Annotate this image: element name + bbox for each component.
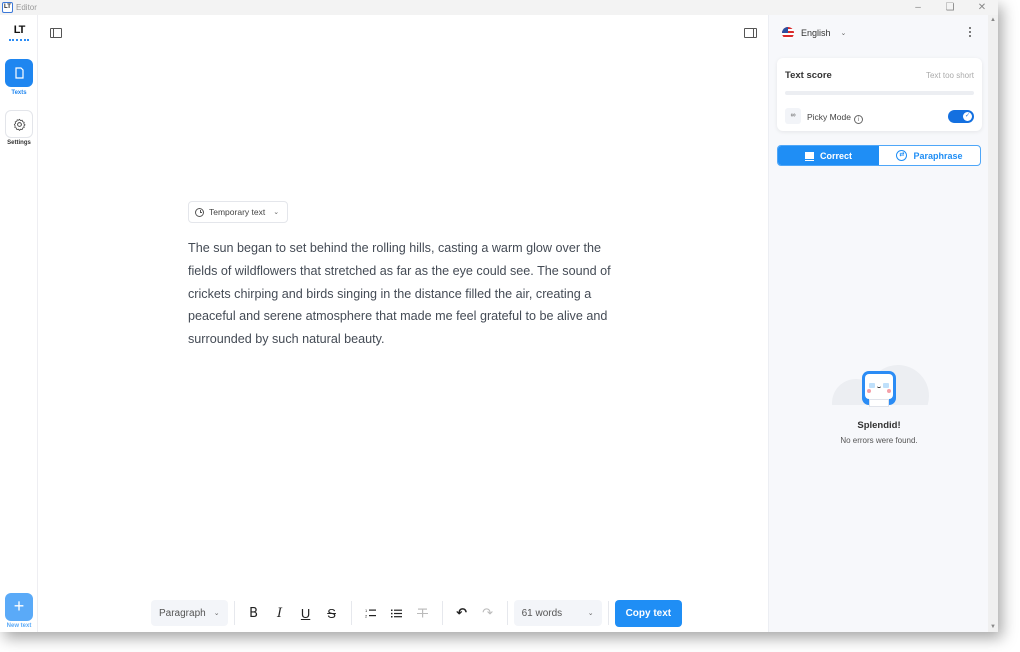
sidebar-item-texts[interactable] xyxy=(5,59,33,87)
underline-icon: U xyxy=(300,605,311,621)
window-controls: – ❏ ✕ xyxy=(912,0,988,15)
divider xyxy=(607,601,609,625)
tab-correct[interactable]: Correct xyxy=(778,146,879,165)
picky-mode-text: Picky Mode xyxy=(807,112,851,122)
chevron-down-icon: ⌄ xyxy=(587,610,594,617)
us-flag-icon xyxy=(782,27,794,39)
tab-correct-label: Correct xyxy=(819,150,852,161)
close-button[interactable]: ✕ xyxy=(976,0,988,15)
scrollbar[interactable]: ▲ ▼ xyxy=(988,15,998,632)
text-score-bar xyxy=(785,91,974,95)
text-score-card: Text score Text too short ∞ Picky Mode i … xyxy=(777,58,982,131)
language-selector[interactable]: English ⌄ xyxy=(782,27,846,39)
svg-text:1: 1 xyxy=(365,608,368,613)
paragraph-dropdown[interactable]: Paragraph ⌄ xyxy=(151,600,228,626)
mode-switcher: Correct ⇄ Paraphrase xyxy=(777,145,981,166)
glasses-icon: ∞ xyxy=(785,108,801,124)
copy-text-button[interactable]: Copy text xyxy=(614,599,683,627)
italic-button[interactable]: I xyxy=(267,600,293,626)
divider xyxy=(441,601,443,625)
app-logo-icon: LT xyxy=(2,2,13,13)
clock-icon xyxy=(195,207,204,217)
sidebar-label-settings: Settings xyxy=(7,140,31,146)
chevron-down-icon: ⌄ xyxy=(213,610,220,617)
toggle-sidebar-icon[interactable] xyxy=(50,28,62,38)
svg-text:2: 2 xyxy=(365,614,368,619)
strikethrough-button[interactable]: S xyxy=(319,600,345,626)
editor-area: Temporary text ⌄ The sun began to set be… xyxy=(39,15,767,632)
underline-button[interactable]: U xyxy=(293,600,319,626)
paragraph-label: Paragraph xyxy=(159,607,206,619)
app-window: LT Editor – ❏ ✕ LT Texts Settings + New … xyxy=(0,0,998,632)
redo-icon: ↷ xyxy=(482,605,494,620)
gear-icon xyxy=(13,118,26,131)
bullet-list-button[interactable] xyxy=(384,600,410,626)
empty-state-subtitle: No errors were found. xyxy=(840,436,918,445)
text-editor[interactable]: The sun began to set behind the rolling … xyxy=(188,237,618,351)
tab-paraphrase-label: Paraphrase xyxy=(913,150,963,161)
bold-icon: B xyxy=(249,605,259,621)
paraphrase-icon: ⇄ xyxy=(896,150,908,161)
picky-mode-toggle[interactable]: ✓ xyxy=(948,110,974,123)
word-count-dropdown[interactable]: 61 words ⌄ xyxy=(513,600,602,626)
maximize-button[interactable]: ❏ xyxy=(944,0,956,15)
bullet-list-icon xyxy=(391,609,403,617)
picky-mode-label: Picky Mode i xyxy=(807,112,863,124)
ordered-list-icon: 1 2 xyxy=(365,608,377,619)
logo-wave-icon xyxy=(9,37,29,41)
temporary-text-dropdown[interactable]: Temporary text ⌄ xyxy=(188,201,289,223)
new-text-button[interactable]: + xyxy=(5,593,33,621)
italic-icon: I xyxy=(277,605,283,621)
title-bar: LT Editor – ❏ ✕ xyxy=(0,0,998,15)
info-icon[interactable]: i xyxy=(853,115,863,124)
undo-icon: ↶ xyxy=(456,605,468,620)
mascot-icon xyxy=(862,371,896,407)
clear-format-icon xyxy=(417,608,429,618)
scroll-up-icon[interactable]: ▲ xyxy=(988,17,998,23)
text-score-status: Text too short xyxy=(925,71,974,80)
plus-icon: + xyxy=(13,596,25,616)
scroll-down-icon[interactable]: ▼ xyxy=(988,624,998,630)
temporary-text-label: Temporary text xyxy=(209,207,266,217)
clear-format-button[interactable] xyxy=(410,600,436,626)
language-label: English xyxy=(801,28,831,38)
logo-text: LT xyxy=(13,24,26,36)
empty-state-title: Splendid! xyxy=(857,420,901,431)
format-toolbar: Paragraph ⌄ B I U S 1 2 ↶ ↷ 61 words ⌄ C… xyxy=(151,599,683,627)
minimize-button[interactable]: – xyxy=(912,0,924,15)
languagetool-logo: LT xyxy=(9,25,29,41)
more-options-icon[interactable] xyxy=(968,27,972,39)
bold-button[interactable]: B xyxy=(241,600,267,626)
check-icon: ✓ xyxy=(963,112,972,121)
left-sidebar: LT Texts Settings + New text xyxy=(0,15,38,632)
word-count-label: 61 words xyxy=(521,607,563,619)
divider xyxy=(506,601,508,625)
divider xyxy=(233,601,235,625)
tab-paraphrase[interactable]: ⇄ Paraphrase xyxy=(879,146,980,165)
new-text-label: New text xyxy=(6,623,32,629)
right-panel: English ⌄ Text score Text too short ∞ Pi… xyxy=(768,15,988,632)
sidebar-item-settings[interactable] xyxy=(5,110,33,138)
document-icon xyxy=(14,67,24,79)
text-score-title: Text score xyxy=(785,70,832,81)
correct-icon xyxy=(804,152,814,161)
strikethrough-icon: S xyxy=(327,605,336,621)
chevron-down-icon: ⌄ xyxy=(840,30,847,37)
chevron-down-icon: ⌄ xyxy=(273,209,280,216)
window-title: Editor xyxy=(16,3,37,12)
divider xyxy=(350,601,352,625)
redo-button[interactable]: ↷ xyxy=(475,600,501,626)
sidebar-label-texts: Texts xyxy=(11,90,27,96)
undo-button[interactable]: ↶ xyxy=(449,600,475,626)
ordered-list-button[interactable]: 1 2 xyxy=(358,600,384,626)
toggle-panel-icon[interactable] xyxy=(744,28,757,38)
